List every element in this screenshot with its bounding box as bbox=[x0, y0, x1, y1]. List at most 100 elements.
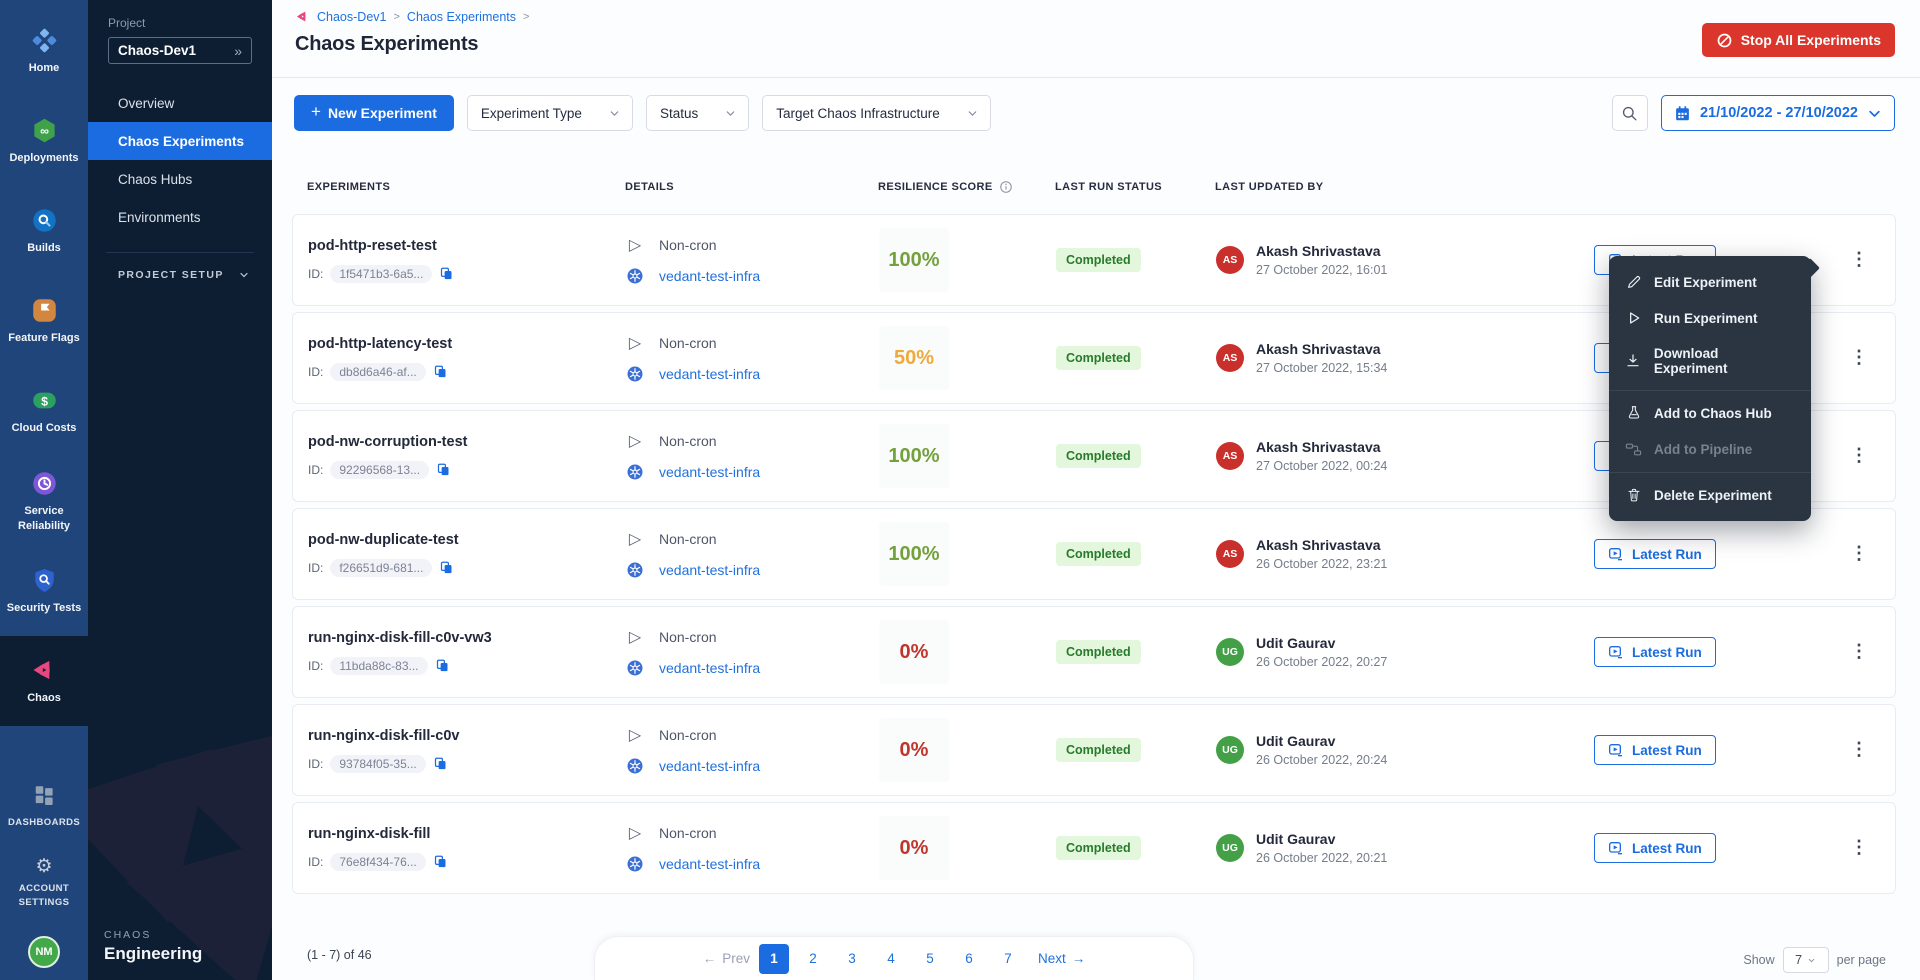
copy-icon[interactable] bbox=[439, 266, 454, 281]
dashboards-icon bbox=[33, 784, 55, 811]
experiment-id: 93784f05-35... bbox=[330, 755, 425, 773]
search-button[interactable] bbox=[1612, 95, 1648, 131]
status-badge: Completed bbox=[1056, 444, 1141, 468]
latest-run-button[interactable]: Latest Run bbox=[1594, 539, 1716, 569]
rail-item-dashboards[interactable]: DASHBOARDS bbox=[8, 784, 80, 830]
infrastructure-link[interactable]: vedant-test-infra bbox=[659, 268, 760, 284]
table-row: run-nginx-disk-fill-c0v ID: 93784f05-35.… bbox=[292, 704, 1896, 796]
page-button-3[interactable]: 3 bbox=[837, 944, 867, 974]
project-selector[interactable]: Chaos-Dev1 » bbox=[108, 37, 252, 64]
collapse-chevron-icon[interactable]: » bbox=[234, 43, 242, 59]
experiment-name[interactable]: pod-http-reset-test bbox=[308, 238, 626, 254]
calendar-icon bbox=[1674, 105, 1691, 122]
experiment-name[interactable]: run-nginx-disk-fill-c0v bbox=[308, 728, 626, 744]
menu-item-download-experiment[interactable]: Download Experiment bbox=[1609, 336, 1811, 386]
rail-item-builds[interactable]: Builds bbox=[0, 186, 88, 276]
page-size-select[interactable]: 7 bbox=[1783, 947, 1829, 973]
infrastructure-link[interactable]: vedant-test-infra bbox=[659, 464, 760, 480]
sidebar-item-chaos-experiments[interactable]: Chaos Experiments bbox=[88, 122, 272, 160]
page-button-7[interactable]: 7 bbox=[993, 944, 1023, 974]
experiment-name[interactable]: pod-nw-duplicate-test bbox=[308, 532, 626, 548]
non-cron-icon: ▷ bbox=[626, 725, 644, 745]
menu-item-delete-experiment[interactable]: Delete Experiment bbox=[1609, 477, 1811, 513]
sidebar-item-overview[interactable]: Overview bbox=[88, 84, 272, 122]
copy-icon[interactable] bbox=[433, 854, 448, 869]
filter-status[interactable]: Status bbox=[646, 95, 749, 131]
resilience-score: 100% bbox=[879, 522, 949, 586]
resilience-score: 50% bbox=[879, 326, 949, 390]
experiment-name[interactable]: pod-nw-corruption-test bbox=[308, 434, 626, 450]
breadcrumb-link-experiments[interactable]: Chaos Experiments bbox=[407, 10, 516, 24]
experiment-name[interactable]: run-nginx-disk-fill bbox=[308, 826, 626, 842]
rail-item-feature-flags[interactable]: Feature Flags bbox=[0, 276, 88, 366]
latest-run-button[interactable]: Latest Run bbox=[1594, 637, 1716, 667]
user-avatar[interactable]: NM bbox=[28, 936, 60, 968]
id-label: ID: bbox=[308, 659, 323, 673]
schedule-type: Non-cron bbox=[659, 825, 717, 841]
kebab-menu-icon[interactable]: ⋮ bbox=[1842, 245, 1876, 273]
resilience-score: 0% bbox=[879, 620, 949, 684]
page-button-6[interactable]: 6 bbox=[954, 944, 984, 974]
infrastructure-link[interactable]: vedant-test-infra bbox=[659, 856, 760, 872]
sidebar-item-chaos-hubs[interactable]: Chaos Hubs bbox=[88, 160, 272, 198]
filter-experiment-type[interactable]: Experiment Type bbox=[467, 95, 633, 131]
rail-item-account-settings[interactable]: ⚙ACCOUNT SETTINGS bbox=[8, 857, 80, 911]
filter-target-infrastructure[interactable]: Target Chaos Infrastructure bbox=[762, 95, 991, 131]
rail-item-security-tests[interactable]: Security Tests bbox=[0, 546, 88, 636]
copy-icon[interactable] bbox=[439, 560, 454, 575]
info-icon[interactable] bbox=[999, 180, 1013, 194]
next-page-button[interactable]: Next → bbox=[1038, 951, 1085, 966]
infrastructure-link[interactable]: vedant-test-infra bbox=[659, 366, 760, 382]
kebab-menu-icon[interactable]: ⋮ bbox=[1842, 637, 1876, 665]
updated-by-name: Akash Shrivastava bbox=[1256, 341, 1387, 357]
page-button-4[interactable]: 4 bbox=[876, 944, 906, 974]
non-cron-icon: ▷ bbox=[626, 431, 644, 451]
updated-by-name: Akash Shrivastava bbox=[1256, 243, 1387, 259]
copy-icon[interactable] bbox=[433, 756, 448, 771]
play-icon bbox=[1625, 310, 1642, 326]
table-row: run-nginx-disk-fill ID: 76e8f434-76... ▷… bbox=[292, 802, 1896, 894]
rail-item-cloud-costs[interactable]: $ Cloud Costs bbox=[0, 366, 88, 456]
prev-page-button[interactable]: ← Prev bbox=[703, 951, 750, 966]
rail-item-service-reliability[interactable]: Service Reliability bbox=[0, 456, 88, 546]
arrow-right-icon: → bbox=[1072, 951, 1086, 966]
cloud-costs-icon: $ bbox=[30, 386, 58, 414]
column-experiments: EXPERIMENTS bbox=[307, 181, 625, 193]
rail-item-home[interactable]: Home bbox=[0, 6, 88, 96]
latest-run-button[interactable]: Latest Run bbox=[1594, 833, 1716, 863]
new-experiment-button[interactable]: + New Experiment bbox=[294, 95, 454, 131]
page-button-5[interactable]: 5 bbox=[915, 944, 945, 974]
resilience-score: 100% bbox=[879, 424, 949, 488]
sidebar-item-environments[interactable]: Environments bbox=[88, 198, 272, 236]
kebab-menu-icon[interactable]: ⋮ bbox=[1842, 343, 1876, 371]
date-range-picker[interactable]: 21/10/2022 - 27/10/2022 bbox=[1661, 95, 1895, 131]
gear-icon: ⚙ bbox=[35, 857, 52, 877]
menu-item-run-experiment[interactable]: Run Experiment bbox=[1609, 300, 1811, 336]
project-sidebar: Project Chaos-Dev1 » Overview Chaos Expe… bbox=[88, 0, 272, 980]
latest-run-button[interactable]: Latest Run bbox=[1594, 735, 1716, 765]
copy-icon[interactable] bbox=[433, 364, 448, 379]
project-setup-section[interactable]: PROJECT SETUP bbox=[88, 269, 272, 281]
copy-icon[interactable] bbox=[435, 658, 450, 673]
infrastructure-link[interactable]: vedant-test-infra bbox=[659, 660, 760, 676]
copy-icon[interactable] bbox=[436, 462, 451, 477]
page-button-1[interactable]: 1 bbox=[759, 944, 789, 974]
stop-all-experiments-button[interactable]: Stop All Experiments bbox=[1702, 23, 1895, 57]
run-icon bbox=[1608, 546, 1624, 562]
infrastructure-link[interactable]: vedant-test-infra bbox=[659, 562, 760, 578]
menu-item-add-to-chaos-hub[interactable]: Add to Chaos Hub bbox=[1609, 395, 1811, 431]
menu-divider bbox=[1609, 390, 1811, 391]
kebab-menu-icon[interactable]: ⋮ bbox=[1842, 441, 1876, 469]
page-button-2[interactable]: 2 bbox=[798, 944, 828, 974]
breadcrumb-link-project[interactable]: Chaos-Dev1 bbox=[317, 10, 386, 24]
user-avatar: AS bbox=[1216, 344, 1244, 372]
rail-item-chaos[interactable]: Chaos bbox=[0, 636, 88, 726]
menu-item-edit-experiment[interactable]: Edit Experiment bbox=[1609, 264, 1811, 300]
experiment-name[interactable]: pod-http-latency-test bbox=[308, 336, 626, 352]
kebab-menu-icon[interactable]: ⋮ bbox=[1842, 539, 1876, 567]
rail-item-deployments[interactable]: ∞ Deployments bbox=[0, 96, 88, 186]
kebab-menu-icon[interactable]: ⋮ bbox=[1842, 833, 1876, 861]
kebab-menu-icon[interactable]: ⋮ bbox=[1842, 735, 1876, 763]
experiment-name[interactable]: run-nginx-disk-fill-c0v-vw3 bbox=[308, 630, 626, 646]
infrastructure-link[interactable]: vedant-test-infra bbox=[659, 758, 760, 774]
